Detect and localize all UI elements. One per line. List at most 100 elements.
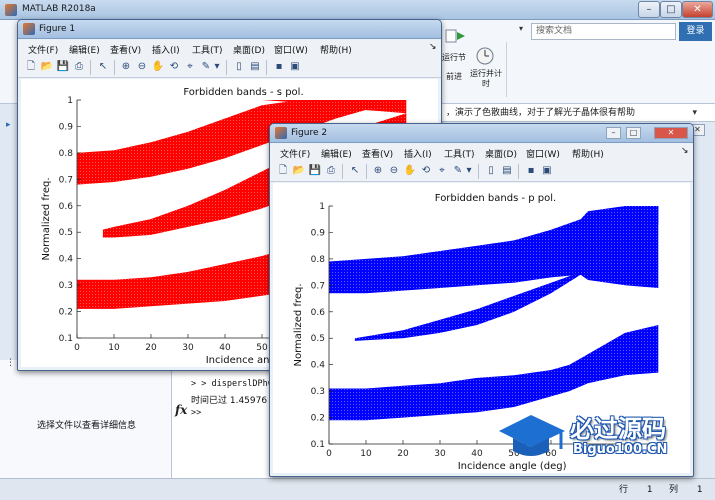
close-button[interactable]: ✕ xyxy=(682,1,713,18)
x-tick-label: 20 xyxy=(397,449,409,459)
y-axis-label: Normalized freq. xyxy=(41,178,52,261)
pan-hand-icon[interactable]: ✋ xyxy=(403,164,417,178)
figure2-title-bar[interactable]: Figure 2 – □ ✕ xyxy=(270,124,693,143)
hide-plot-tools-icon[interactable]: ▪ xyxy=(524,164,538,178)
dock-arrow-icon[interactable]: ↘ xyxy=(681,146,691,156)
minimize-button[interactable]: – xyxy=(638,1,660,18)
menu-edit[interactable]: 编辑(E) xyxy=(321,147,352,160)
fig2-minimize-button[interactable]: – xyxy=(606,127,621,139)
y-tick-label: 0.5 xyxy=(59,228,73,238)
zoom-out-icon[interactable]: ⊖ xyxy=(135,60,149,74)
figure2-menubar: 文件(F) 编辑(E) 查看(V) 插入(I) 工具(T) 桌面(D) 窗口(W… xyxy=(270,144,693,161)
main-title-bar: MATLAB R2018a – □ ✕ xyxy=(0,0,715,20)
x-tick-label: 40 xyxy=(219,343,231,353)
y-tick-label: 0.1 xyxy=(59,334,73,344)
zoom-out-icon[interactable]: ⊖ xyxy=(387,164,401,178)
edit-plot-arrow-icon[interactable]: ↖ xyxy=(96,60,110,74)
search-documentation-input[interactable]: 搜索文档 xyxy=(531,23,676,40)
data-cursor-icon[interactable]: ⌖ xyxy=(435,164,449,178)
y-tick-label: 1 xyxy=(319,202,325,212)
pan-hand-icon[interactable]: ✋ xyxy=(151,60,165,74)
data-cursor-icon[interactable]: ⌖ xyxy=(183,60,197,74)
fx-icon[interactable]: fx xyxy=(175,403,187,417)
menu-view[interactable]: 查看(V) xyxy=(362,147,393,160)
show-plot-tools-icon[interactable]: ▣ xyxy=(288,60,302,74)
menu-file[interactable]: 文件(F) xyxy=(28,43,58,56)
menu-window[interactable]: 窗口(W) xyxy=(526,147,560,160)
fig2-maximize-button[interactable]: □ xyxy=(626,127,641,139)
open-file-icon[interactable]: 📂 xyxy=(292,164,306,178)
status-row-value: 1 xyxy=(646,485,653,495)
link-plot-icon[interactable]: ▯ xyxy=(484,164,498,178)
current-folder-icon[interactable]: ▸ xyxy=(6,120,11,130)
y-tick-label: 0.9 xyxy=(59,122,74,132)
menu-desktop[interactable]: 桌面(D) xyxy=(233,43,265,56)
main-window-title: MATLAB R2018a xyxy=(22,4,96,14)
x-tick-label: 10 xyxy=(108,343,120,353)
figure2-toolbar: 🗋 📂 💾 ⎙ ↖ ⊕ ⊖ ✋ ⟲ ⌖ ✎ ▾ ▯ ▤ ▪ ▣ xyxy=(270,161,693,182)
show-plot-tools-icon[interactable]: ▣ xyxy=(540,164,554,178)
open-file-icon[interactable]: 📂 xyxy=(40,60,54,74)
menu-help[interactable]: 帮助(H) xyxy=(320,43,352,56)
chart-title: Forbidden bands - s pol. xyxy=(183,87,303,98)
x-tick-label: 0 xyxy=(74,343,80,353)
address-bar[interactable]: ，演示了色散曲线，对于了解光子晶体很有帮助 ▾ xyxy=(440,104,715,122)
menu-insert[interactable]: 插入(I) xyxy=(152,43,180,56)
hide-plot-tools-icon[interactable]: ▪ xyxy=(272,60,286,74)
run-section-icon[interactable] xyxy=(443,28,467,44)
save-icon[interactable]: 💾 xyxy=(308,164,322,178)
brush-icon[interactable]: ✎ xyxy=(451,164,465,178)
menu-desktop[interactable]: 桌面(D) xyxy=(485,147,517,160)
menu-insert[interactable]: 插入(I) xyxy=(404,147,432,160)
y-tick-label: 0.1 xyxy=(311,440,325,450)
command-line-2: 时间已过 1.45976 xyxy=(191,396,268,406)
command-prompt[interactable]: >> xyxy=(191,408,201,418)
link-plot-icon[interactable]: ▯ xyxy=(232,60,246,74)
menu-tools[interactable]: 工具(T) xyxy=(192,43,223,56)
menu-help[interactable]: 帮助(H) xyxy=(572,147,604,160)
details-panel-handle-icon[interactable]: ⋮ xyxy=(6,358,15,368)
status-row-label: 行 xyxy=(619,485,629,495)
save-icon[interactable]: 💾 xyxy=(56,60,70,74)
zoom-in-icon[interactable]: ⊕ xyxy=(119,60,133,74)
menu-view[interactable]: 查看(V) xyxy=(110,43,141,56)
insert-colorbar-icon[interactable]: ▤ xyxy=(248,60,262,74)
run-timer-label[interactable]: 运行并计时 xyxy=(470,69,502,89)
insert-colorbar-icon[interactable]: ▤ xyxy=(500,164,514,178)
fig2-close-button[interactable]: ✕ xyxy=(654,127,688,139)
menu-window[interactable]: 窗口(W) xyxy=(274,43,308,56)
dock-arrow-icon[interactable]: ↘ xyxy=(429,42,439,52)
run-section-label[interactable]: 运行节 xyxy=(440,53,468,63)
figure-icon xyxy=(23,23,35,35)
menu-file[interactable]: 文件(F) xyxy=(280,147,310,160)
login-button[interactable]: 登录 xyxy=(679,22,712,41)
brush-dropdown-icon[interactable]: ▾ xyxy=(213,60,221,74)
ribbon-divider xyxy=(506,42,507,97)
y-tick-label: 0.2 xyxy=(59,308,73,318)
x-tick-label: 20 xyxy=(145,343,157,353)
run-timer-icon[interactable] xyxy=(474,44,496,66)
watermark-sub-text: Biguo100.CN xyxy=(573,442,668,457)
advance-label[interactable]: 前进 xyxy=(440,72,468,82)
status-bar xyxy=(0,478,715,500)
print-icon[interactable]: ⎙ xyxy=(324,164,338,178)
status-col-label: 列 xyxy=(669,485,679,495)
rotate-3d-icon[interactable]: ⟲ xyxy=(167,60,181,74)
menu-edit[interactable]: 编辑(E) xyxy=(69,43,100,56)
rotate-3d-icon[interactable]: ⟲ xyxy=(419,164,433,178)
maximize-button[interactable]: □ xyxy=(660,1,682,18)
print-icon[interactable]: ⎙ xyxy=(72,60,86,74)
brush-icon[interactable]: ✎ xyxy=(199,60,213,74)
zoom-in-icon[interactable]: ⊕ xyxy=(371,164,385,178)
new-figure-icon[interactable]: 🗋 xyxy=(276,164,290,178)
y-tick-label: 0.2 xyxy=(311,414,325,424)
x-tick-label: 30 xyxy=(434,449,446,459)
new-figure-icon[interactable]: 🗋 xyxy=(24,60,38,74)
brush-dropdown-icon[interactable]: ▾ xyxy=(465,164,473,178)
menu-tools[interactable]: 工具(T) xyxy=(444,147,475,160)
y-axis-label: Normalized freq. xyxy=(293,284,304,367)
address-dropdown-icon[interactable]: ▾ xyxy=(692,104,697,121)
edit-plot-arrow-icon[interactable]: ↖ xyxy=(348,164,362,178)
figure1-title-bar[interactable]: Figure 1 xyxy=(18,20,441,39)
quick-access-dropdown-icon[interactable]: ▾ xyxy=(519,24,529,38)
